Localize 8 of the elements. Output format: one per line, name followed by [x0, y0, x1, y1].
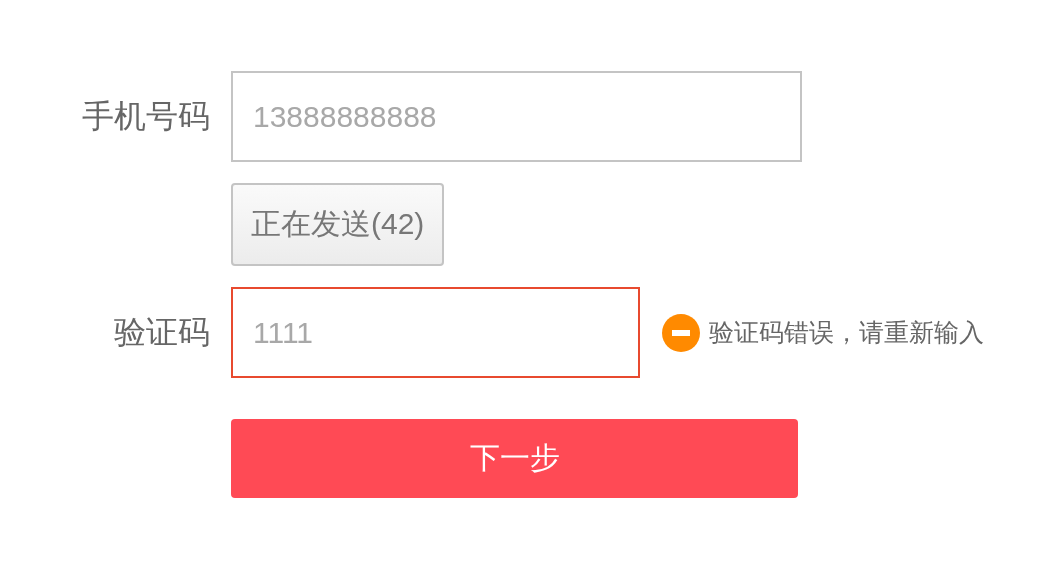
error-icon	[661, 312, 701, 353]
field-label: 验证码	[114, 312, 210, 352]
code-input-field[interactable]: 1111	[231, 287, 640, 378]
error-message: 验证码错误，请重新输入	[709, 317, 984, 348]
next-step-button[interactable]: 下一步	[231, 419, 798, 498]
phone-input-field[interactable]: 13888888888	[231, 71, 802, 162]
field-label: 手机号码	[82, 96, 210, 136]
send-code-button[interactable]: 正在发送(42)	[231, 183, 445, 266]
